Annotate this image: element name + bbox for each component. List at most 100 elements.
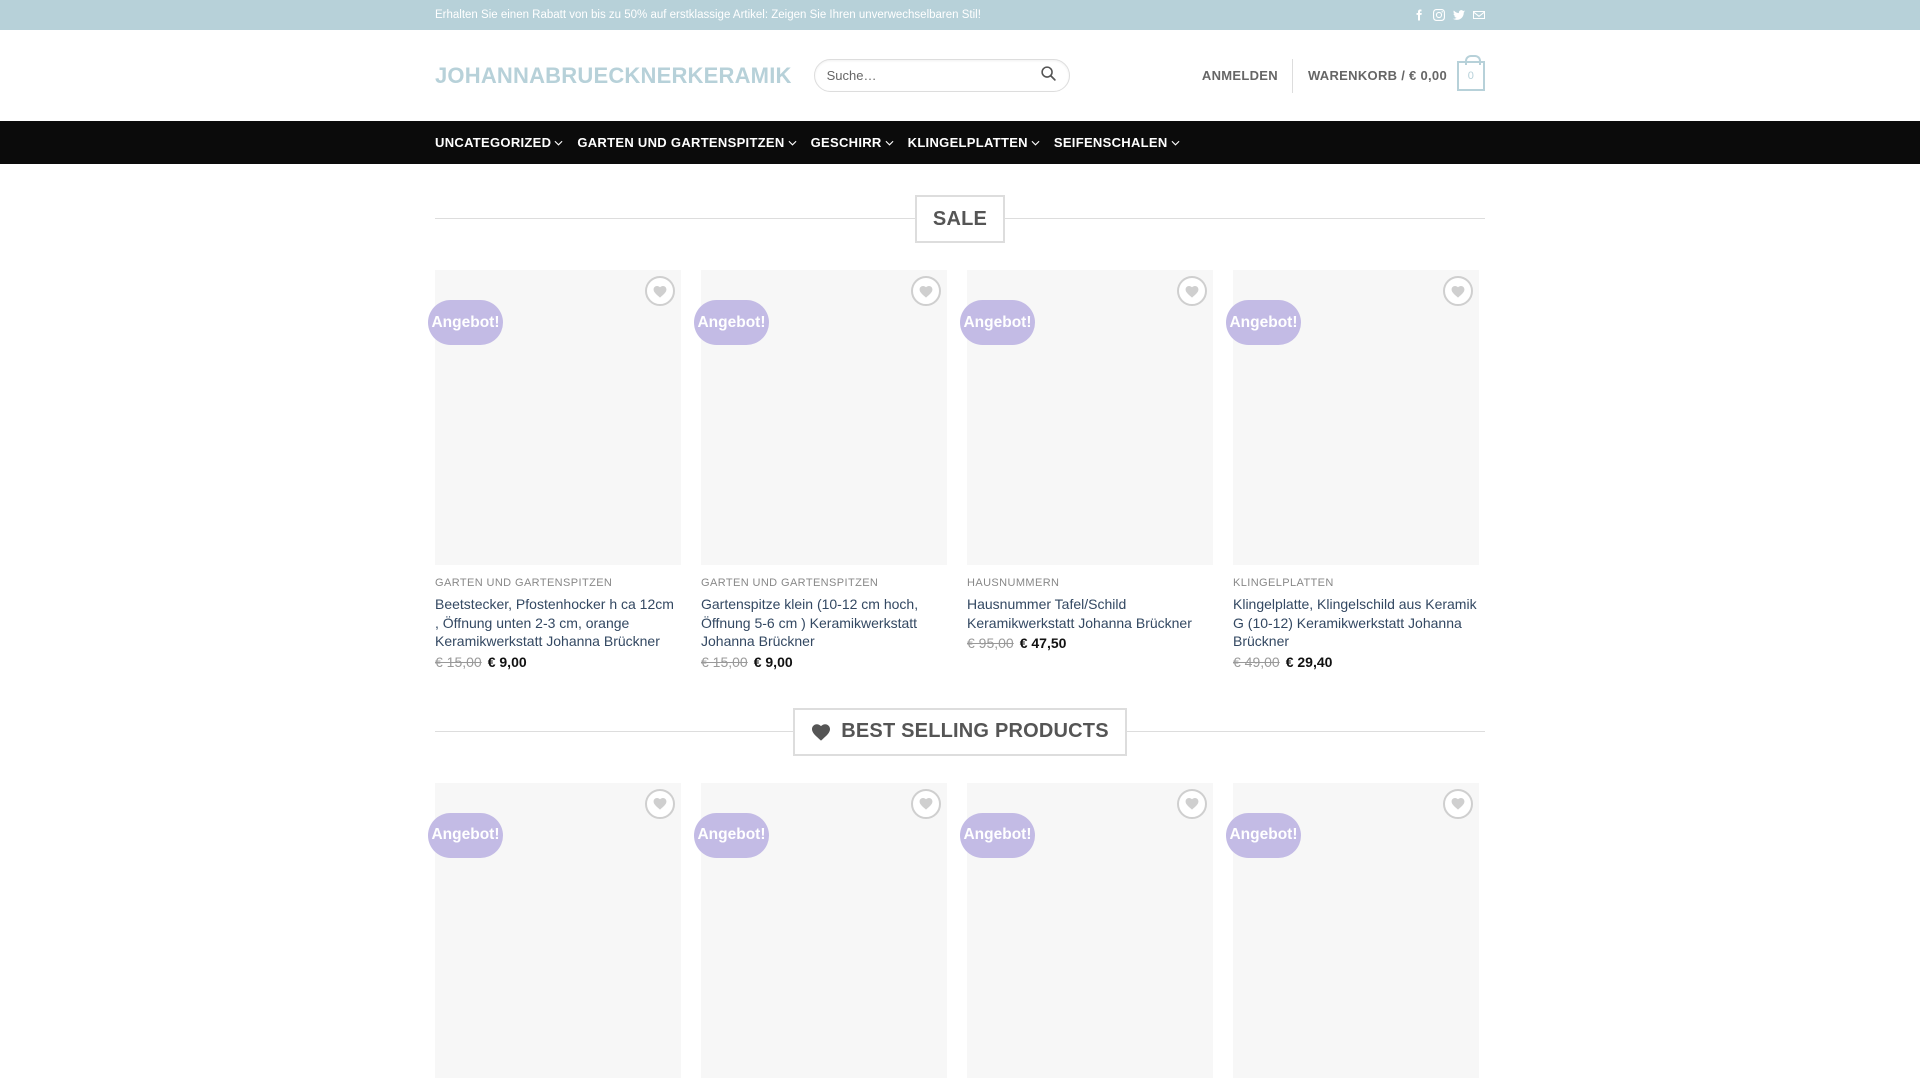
- nav-item-label: SEIFENSCHALEN: [1053, 135, 1168, 150]
- twitter-icon[interactable]: [1453, 9, 1465, 21]
- sale-title: SALE: [932, 207, 988, 230]
- product-category[interactable]: KLINGELPLATTEN: [1233, 577, 1479, 589]
- email-icon[interactable]: [1473, 9, 1485, 21]
- sale-price: € 9,00: [487, 653, 527, 670]
- sale-badge: Angebot!: [960, 300, 1035, 345]
- best-selling-products: Angebot! Angebot! Angebot! Angebot!: [428, 782, 1485, 1078]
- facebook-icon[interactable]: [1413, 9, 1425, 21]
- header-actions: ANMELDEN WARENKORB / € 0,00 0: [1202, 30, 1485, 121]
- cart-link[interactable]: WARENKORB / € 0,00 0: [1307, 54, 1485, 91]
- product-card: Angebot!: [960, 782, 1213, 1078]
- wishlist-button[interactable]: [911, 788, 941, 819]
- wishlist-button[interactable]: [911, 276, 941, 306]
- wishlist-button[interactable]: [1177, 788, 1207, 819]
- product-image[interactable]: Angebot!: [694, 782, 947, 1078]
- product-price: € 95,00 € 47,50: [967, 635, 1213, 651]
- wishlist-button[interactable]: [645, 788, 675, 819]
- nav-item-klingelplatten[interactable]: KLINGELPLATTEN: [908, 135, 1040, 150]
- nav-item-seifenschalen[interactable]: SEIFENSCHALEN: [1054, 135, 1180, 150]
- product-card: Angebot!: [694, 782, 947, 1078]
- wishlist-button[interactable]: [1443, 276, 1473, 306]
- product-category[interactable]: GARTEN UND GARTENSPITZEN: [435, 577, 681, 589]
- product-category[interactable]: GARTEN UND GARTENSPITZEN: [701, 577, 947, 589]
- sale-price: € 47,50: [1019, 635, 1067, 651]
- cart-count-icon[interactable]: 0: [1457, 54, 1485, 91]
- old-price: € 15,00: [701, 653, 748, 670]
- sale-badge: Angebot!: [694, 300, 769, 345]
- sale-section-title: SALE: [435, 194, 1485, 244]
- product-image[interactable]: Angebot!: [1226, 782, 1479, 1078]
- site-logo[interactable]: JOHANNABRUECKNERKERAMIK: [435, 63, 792, 89]
- nav-item-garten-und-gartenspitzen[interactable]: GARTEN UND GARTENSPITZEN: [577, 135, 797, 150]
- nav-item-label: UNCATEGORIZED: [435, 135, 552, 150]
- nav-item-uncategorized[interactable]: UNCATEGORIZED: [435, 135, 563, 150]
- main-content: SALE Angebot! GARTEN UND GARTENSPITZEN Bee…: [428, 194, 1485, 1078]
- sale-badge: Angebot!: [428, 812, 503, 858]
- nav-item-label: KLINGELPLATTEN: [907, 135, 1028, 150]
- heart-icon: [653, 797, 667, 810]
- cart-label: WARENKORB / € 0,00: [1307, 68, 1447, 83]
- sale-badge: Angebot!: [1226, 300, 1301, 345]
- heart-icon: [919, 285, 933, 298]
- sale-badge: Angebot!: [428, 300, 503, 345]
- instagram-icon[interactable]: [1433, 9, 1445, 21]
- heart-icon: [812, 723, 831, 741]
- product-image[interactable]: Angebot!: [694, 270, 947, 565]
- product-title[interactable]: Beetstecker, Pfostenhocker h ca 12cm , Ö…: [435, 595, 681, 651]
- product-card: Angebot! GARTEN UND GARTENSPITZEN Gartensp…: [694, 270, 947, 670]
- product-price: € 49,00 € 29,40: [1233, 654, 1479, 670]
- product-card: Angebot!: [428, 782, 681, 1078]
- product-card: Angebot!: [1226, 782, 1479, 1078]
- wishlist-button[interactable]: [645, 276, 675, 306]
- search-icon[interactable]: [1040, 65, 1057, 87]
- heart-icon: [653, 285, 667, 298]
- chevron-down-icon: [1171, 140, 1180, 146]
- nav-item-label: GARTEN UND GARTENSPITZEN: [577, 135, 785, 150]
- heart-icon: [919, 797, 933, 810]
- old-price: € 15,00: [435, 653, 482, 670]
- sale-price: € 9,00: [753, 653, 793, 670]
- chevron-down-icon: [554, 140, 563, 146]
- chevron-down-icon: [788, 140, 797, 146]
- promo-text: Erhalten Sie einen Rabatt von bis zu 50%…: [435, 9, 981, 21]
- login-link[interactable]: ANMELDEN: [1202, 58, 1293, 93]
- product-card: Angebot! GARTEN UND GARTENSPITZEN Beetstec…: [428, 270, 681, 670]
- product-price: € 15,00 € 9,00: [701, 654, 947, 670]
- product-title[interactable]: Gartenspitze klein (10-12 cm hoch, Öffnu…: [701, 595, 947, 651]
- wishlist-button[interactable]: [1443, 788, 1473, 819]
- old-price: € 95,00: [967, 635, 1014, 651]
- search-input[interactable]: [826, 68, 1040, 83]
- heart-icon: [1451, 285, 1465, 298]
- old-price: € 49,00: [1233, 653, 1280, 670]
- product-image[interactable]: Angebot!: [428, 270, 681, 565]
- site-header: JOHANNABRUECKNERKERAMIK ANMELDEN WARENKO…: [0, 30, 1920, 121]
- product-category[interactable]: HAUSNUMMERN: [967, 577, 1213, 589]
- product-image[interactable]: Angebot!: [428, 782, 681, 1078]
- wishlist-button[interactable]: [1177, 276, 1207, 306]
- best-selling-title: BEST SELLING PRODUCTS: [841, 720, 1109, 742]
- heart-icon: [1185, 797, 1199, 810]
- product-card: Angebot! KLINGELPLATTEN Klingelplatte, Kli…: [1226, 270, 1479, 670]
- product-title[interactable]: Klingelplatte, Klingelschild aus Keramik…: [1233, 595, 1479, 651]
- sale-price: € 29,40: [1285, 653, 1333, 670]
- product-image[interactable]: Angebot!: [960, 270, 1213, 565]
- heart-icon: [1451, 797, 1465, 810]
- social-links: [1413, 9, 1485, 21]
- product-image[interactable]: Angebot!: [1226, 270, 1479, 565]
- heart-icon: [1185, 285, 1199, 298]
- product-title[interactable]: Hausnummer Tafel/Schild Keramikwerkstatt…: [967, 595, 1213, 632]
- nav-item-label: GESCHIRR: [810, 135, 882, 150]
- sale-badge: Angebot!: [694, 812, 769, 858]
- sale-badge: Angebot!: [960, 812, 1035, 858]
- top-bar: Erhalten Sie einen Rabatt von bis zu 50%…: [0, 0, 1920, 30]
- product-price: € 15,00 € 9,00: [435, 654, 681, 670]
- sale-products: Angebot! GARTEN UND GARTENSPITZEN Beetstec…: [428, 270, 1485, 670]
- chevron-down-icon: [1031, 140, 1040, 146]
- product-image[interactable]: Angebot!: [960, 782, 1213, 1078]
- nav-item-geschirr[interactable]: GESCHIRR: [811, 135, 894, 150]
- main-nav: UNCATEGORIZED GARTEN UND GARTENSPITZEN GES…: [0, 121, 1920, 164]
- search-form: [813, 59, 1070, 92]
- best-selling-section-title: BEST SELLING PRODUCTS: [435, 707, 1485, 757]
- chevron-down-icon: [885, 140, 894, 146]
- sale-badge: Angebot!: [1226, 812, 1301, 858]
